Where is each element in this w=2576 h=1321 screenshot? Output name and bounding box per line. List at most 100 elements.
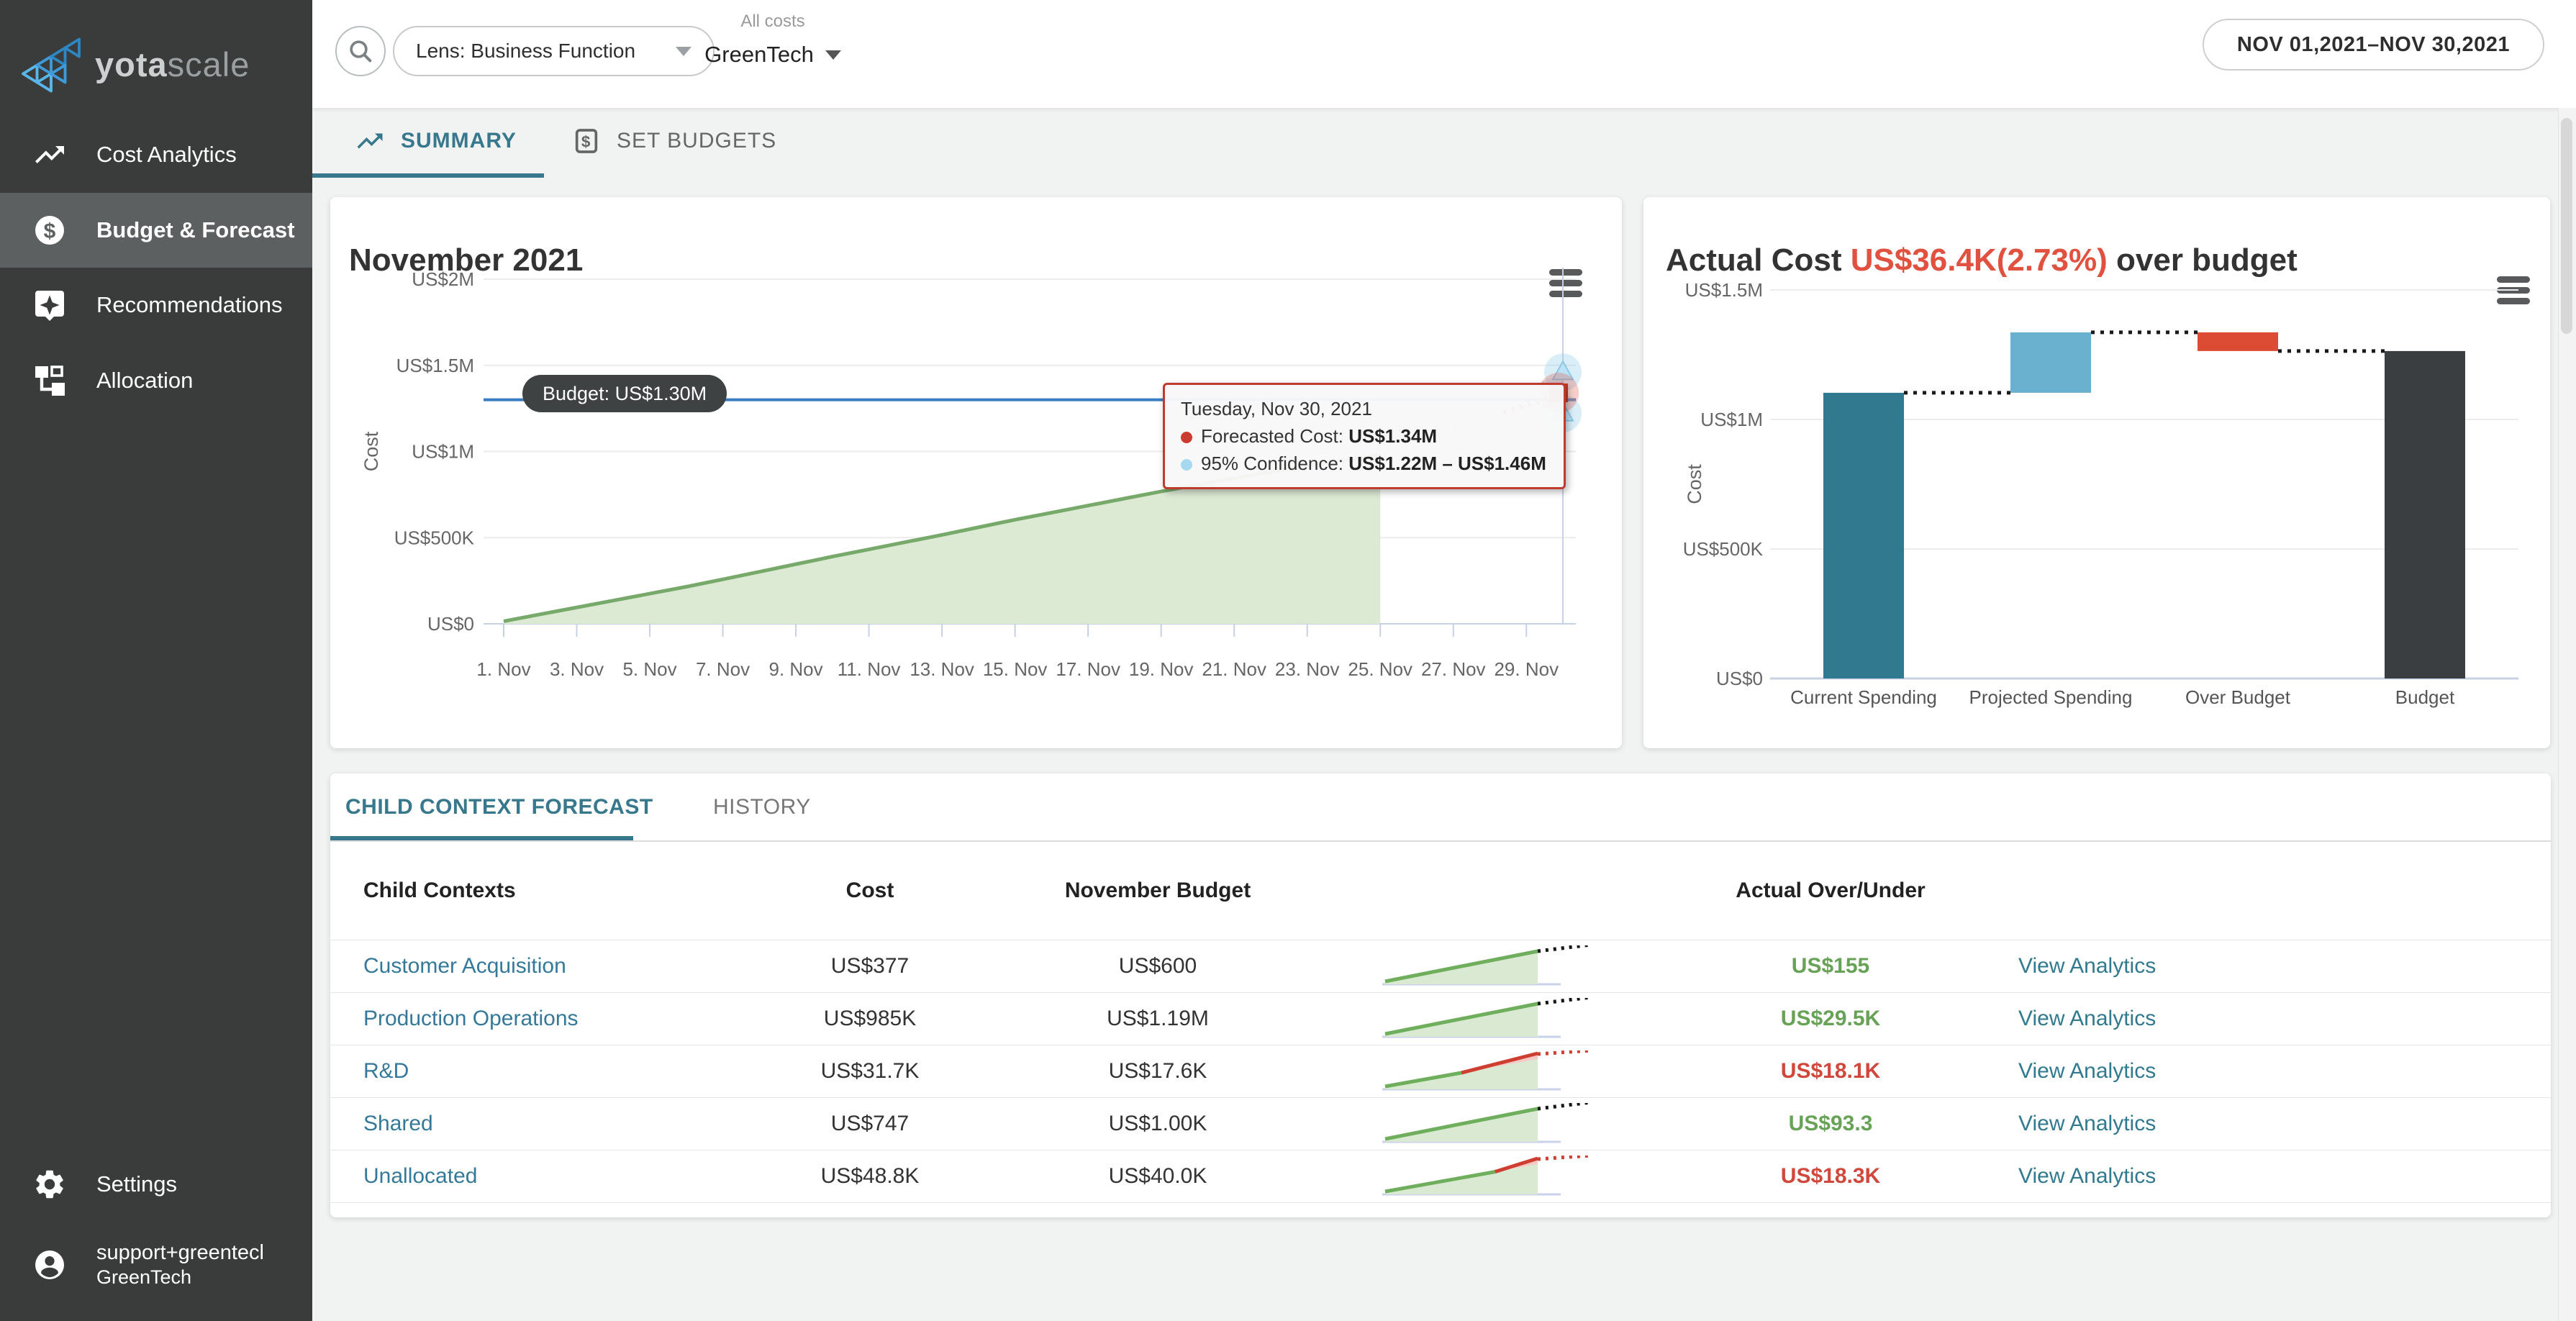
sparkline-chart (1381, 1156, 1597, 1197)
view-analytics-link[interactable]: View Analytics (1992, 1007, 2551, 1031)
lens-selector[interactable]: Lens: Business Function (393, 26, 715, 76)
svg-text:US$1M: US$1M (1700, 409, 1763, 430)
context-caption: All costs (686, 12, 859, 32)
date-range-button[interactable]: NOV 01,2021–NOV 30,2021 (2203, 19, 2544, 71)
sparkline-chart (1381, 945, 1597, 987)
view-analytics-link[interactable]: View Analytics (1992, 954, 2551, 979)
sidebar-user-account[interactable]: support+greentecl GreenTech (0, 1216, 312, 1314)
table-row: Shared US$747 US$1.00K US$93.3 View Anal… (330, 1097, 2551, 1150)
trend-sparkline (1381, 998, 1597, 1040)
table-row: Production Operations US$985K US$1.19M U… (330, 992, 2551, 1045)
sidebar: yotascale Cost Analytics $ Budget & Fore… (0, 0, 312, 1321)
svg-text:25. Nov: 25. Nov (1348, 658, 1412, 680)
cost-value: US$747 (733, 1112, 1007, 1136)
user-org: GreenTech (96, 1266, 264, 1290)
budget-summary-card: Actual Cost US$36.4K(2.73%) over budget … (1643, 197, 2550, 748)
context-name: GreenTech (704, 42, 814, 68)
sidebar-item-allocation[interactable]: Allocation (0, 343, 312, 418)
child-context-link[interactable]: Production Operations (330, 1007, 733, 1031)
sidebar-item-cost-analytics[interactable]: Cost Analytics (0, 117, 312, 192)
tab-set-budgets[interactable]: $ SET BUDGETS (572, 108, 776, 173)
budget-dollar-icon: $ (572, 127, 601, 155)
svg-text:15. Nov: 15. Nov (983, 658, 1048, 680)
svg-text:11. Nov: 11. Nov (838, 658, 901, 680)
svg-text:9. Nov: 9. Nov (769, 658, 823, 680)
cost-value: US$31.7K (733, 1059, 1007, 1084)
svg-text:1. Nov: 1. Nov (476, 658, 530, 680)
svg-text:21. Nov: 21. Nov (1202, 658, 1266, 680)
trending-up-icon (32, 137, 68, 173)
sparkline-chart (1381, 1050, 1597, 1092)
child-context-link[interactable]: R&D (330, 1059, 733, 1084)
scrollbar-thumb[interactable] (2561, 118, 2572, 334)
svg-text:Over Budget: Over Budget (2185, 686, 2291, 708)
tab-label: SUMMARY (401, 129, 517, 153)
page-tabs: SUMMARY $ SET BUDGETS (312, 108, 2576, 178)
child-context-link[interactable]: Customer Acquisition (330, 954, 733, 979)
svg-text:23. Nov: 23. Nov (1275, 658, 1340, 680)
child-context-link[interactable]: Unallocated (330, 1164, 733, 1189)
header-november-budget: November Budget (1007, 879, 1309, 903)
search-button[interactable] (335, 26, 386, 76)
budget-value: US$17.6K (1007, 1059, 1309, 1084)
trend-sparkline (1381, 1103, 1597, 1145)
cost-value: US$377 (733, 954, 1007, 979)
sidebar-item-recommendations[interactable]: Recommendations (0, 268, 312, 342)
svg-text:Current Spending: Current Spending (1790, 686, 1937, 708)
sidebar-item-budget-forecast[interactable]: $ Budget & Forecast (0, 193, 312, 268)
svg-text:29. Nov: 29. Nov (1494, 658, 1559, 680)
forecast-tooltip: Tuesday, Nov 30, 2021 Forecasted Cost: U… (1163, 383, 1566, 489)
tab-summary[interactable]: SUMMARY (355, 108, 517, 173)
header-child-contexts: Child Contexts (330, 879, 733, 903)
svg-text:$: $ (44, 219, 56, 243)
svg-text:Budget: Budget (2395, 686, 2455, 708)
view-analytics-link[interactable]: View Analytics (1992, 1112, 2551, 1136)
header-cost: Cost (733, 879, 1007, 903)
allocation-tree-icon (32, 363, 68, 399)
tooltip-confidence-value: US$1.22M – US$1.46M (1348, 453, 1546, 474)
sidebar-item-settings[interactable]: Settings (0, 1147, 312, 1222)
forecast-dot-icon (1181, 432, 1192, 443)
yotascale-logo-icon (19, 35, 88, 94)
svg-text:US$500K: US$500K (1683, 538, 1764, 560)
lens-label: Lens: Business Function (416, 40, 635, 63)
svg-text:US$0: US$0 (1716, 668, 1763, 689)
sparkline-chart (1381, 1103, 1597, 1145)
user-info: support+greentecl GreenTech (96, 1240, 264, 1290)
trending-up-icon (355, 126, 385, 156)
svg-text:7. Nov: 7. Nov (696, 658, 750, 680)
tab-history[interactable]: HISTORY (713, 773, 811, 840)
sidebar-item-label: Allocation (96, 368, 193, 394)
child-context-link[interactable]: Shared (330, 1112, 733, 1136)
topbar: Lens: Business Function All costs GreenT… (312, 0, 2576, 108)
svg-text:Projected Spending: Projected Spending (1969, 686, 2133, 708)
context-selector[interactable]: All costs GreenTech (686, 12, 859, 68)
tab-child-context-forecast[interactable]: CHILD CONTEXT FORECAST (345, 773, 653, 840)
view-analytics-link[interactable]: View Analytics (1992, 1059, 2551, 1084)
forecast-chart[interactable]: US$0US$500KUS$1MUS$1.5MUS$2M1. Nov3. Nov… (330, 255, 1622, 748)
svg-text:US$1.5M: US$1.5M (396, 355, 474, 376)
header-actual-over-under: Actual Over/Under (1669, 879, 1992, 903)
cost-value: US$985K (733, 1007, 1007, 1031)
dollar-circle-icon: $ (32, 212, 68, 248)
waterfall-chart[interactable]: US$0US$500KUS$1MUS$1.5MCostCurrent Spend… (1643, 255, 2550, 748)
svg-text:3. Nov: 3. Nov (550, 658, 604, 680)
cost-value: US$48.8K (733, 1164, 1007, 1189)
table-row: R&D US$31.7K US$17.6K US$18.1K View Anal… (330, 1045, 2551, 1097)
budget-value: US$40.0K (1007, 1164, 1309, 1189)
trend-sparkline (1381, 1156, 1597, 1197)
tooltip-forecast-value: US$1.34M (1348, 425, 1437, 447)
tooltip-date: Tuesday, Nov 30, 2021 (1181, 395, 1548, 422)
view-analytics-link[interactable]: View Analytics (1992, 1164, 2551, 1189)
svg-text:US$2M: US$2M (412, 268, 474, 290)
user-email: support+greentecl (96, 1240, 264, 1266)
svg-text:US$1M: US$1M (412, 441, 474, 463)
page-scrollbar[interactable] (2558, 108, 2576, 1321)
svg-text:5. Nov: 5. Nov (622, 658, 676, 680)
budget-value: US$600 (1007, 954, 1309, 979)
account-circle-icon (32, 1247, 68, 1283)
gear-icon (32, 1166, 68, 1202)
over-under-value: US$155 (1669, 954, 1992, 979)
budget-value: US$1.00K (1007, 1112, 1309, 1136)
recommendations-icon (32, 287, 68, 323)
